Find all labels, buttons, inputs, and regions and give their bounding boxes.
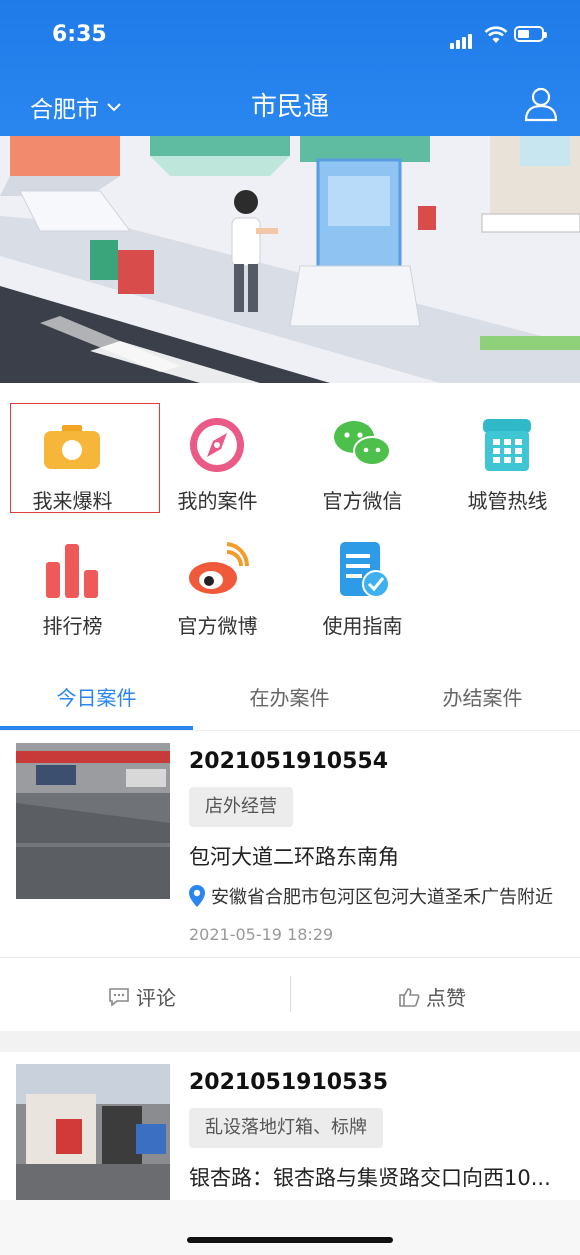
- user-profile-icon[interactable]: [524, 86, 558, 122]
- home-indicator[interactable]: [187, 1237, 393, 1243]
- weibo-icon: [189, 542, 249, 594]
- feature-label: 城管热线: [467, 489, 548, 513]
- location-pin-icon: [189, 885, 205, 907]
- feature-ranking[interactable]: 排行榜: [0, 518, 145, 638]
- navigation-bar: 市民通 合肥市: [0, 80, 580, 130]
- bar-chart-icon: [46, 544, 98, 598]
- city-label: 合肥市: [30, 97, 99, 123]
- active-tab-indicator: [0, 726, 193, 730]
- case-address: 包河大道二环路东南角: [189, 845, 399, 869]
- feature-label: 官方微博: [177, 614, 258, 638]
- case-actions: 评论 点赞: [0, 957, 580, 1032]
- case-id: 2021051910535: [189, 1070, 388, 1095]
- home-indicator-area: [0, 1200, 580, 1255]
- battery-icon: [514, 26, 547, 42]
- comment-icon: [109, 987, 129, 1007]
- compass-icon: [190, 418, 244, 472]
- feature-label: 我的案件: [177, 489, 258, 513]
- case-category-tag: 乱设落地灯箱、标牌: [189, 1108, 383, 1148]
- like-button[interactable]: 点赞: [398, 982, 466, 1011]
- case-card[interactable]: 2021051910535 乱设落地灯箱、标牌 银杏路：银杏路与集贤路交口向西1…: [0, 1052, 580, 1220]
- tab-closed-cases[interactable]: 办结案件: [386, 682, 579, 711]
- case-category-tag: 店外经营: [189, 787, 293, 827]
- case-location-text: 安徽省合肥市包河区包河大道圣禾广告附近: [211, 887, 553, 908]
- feature-grid: 我来爆料 我的案件 官方微信 城管热线 排行榜 官方微博 使用指南: [0, 383, 580, 658]
- case-photo: [16, 743, 170, 899]
- like-label: 点赞: [426, 986, 466, 1010]
- status-bar: 6:35: [0, 20, 580, 56]
- case-photo: [16, 1064, 170, 1220]
- wechat-icon: [334, 421, 391, 466]
- feature-my-cases[interactable]: 我的案件: [145, 393, 290, 513]
- thumbs-up-icon: [399, 987, 420, 1007]
- telephone-icon: [483, 419, 531, 471]
- feature-label: 使用指南: [322, 614, 403, 638]
- selection-highlight: [10, 403, 160, 513]
- banner-illustration: [0, 136, 580, 383]
- feature-hotline[interactable]: 城管热线: [435, 393, 580, 513]
- feature-weibo[interactable]: 官方微博: [145, 518, 290, 638]
- case-address: 银杏路：银杏路与集贤路交口向西10...: [189, 1166, 551, 1190]
- guide-document-icon: [340, 542, 390, 598]
- case-id: 2021051910554: [189, 749, 388, 774]
- cellular-signal-icon: [450, 30, 474, 49]
- case-tabs: 今日案件 在办案件 办结案件: [0, 658, 580, 731]
- chevron-down-icon: [107, 103, 121, 112]
- case-location: 安徽省合肥市包河区包河大道圣禾广告附近: [189, 883, 553, 909]
- status-time: 6:35: [52, 22, 107, 47]
- feature-guide[interactable]: 使用指南: [290, 518, 435, 638]
- tab-today-cases[interactable]: 今日案件: [0, 682, 193, 711]
- case-card[interactable]: 2021051910554 店外经营 包河大道二环路东南角 安徽省合肥市包河区包…: [0, 731, 580, 1031]
- feature-wechat[interactable]: 官方微信: [290, 393, 435, 513]
- comment-label: 评论: [136, 986, 176, 1010]
- case-timestamp: 2021-05-19 18:29: [189, 925, 334, 944]
- app-header: 6:35 市民通 合肥市: [0, 0, 580, 136]
- city-selector[interactable]: 合肥市: [30, 90, 121, 124]
- actions-divider: [290, 976, 291, 1012]
- feature-label: 官方微信: [322, 489, 403, 513]
- tab-in-progress-cases[interactable]: 在办案件: [193, 682, 386, 711]
- feature-label: 排行榜: [42, 614, 103, 638]
- wifi-icon: [484, 26, 508, 43]
- comment-button[interactable]: 评论: [108, 982, 176, 1011]
